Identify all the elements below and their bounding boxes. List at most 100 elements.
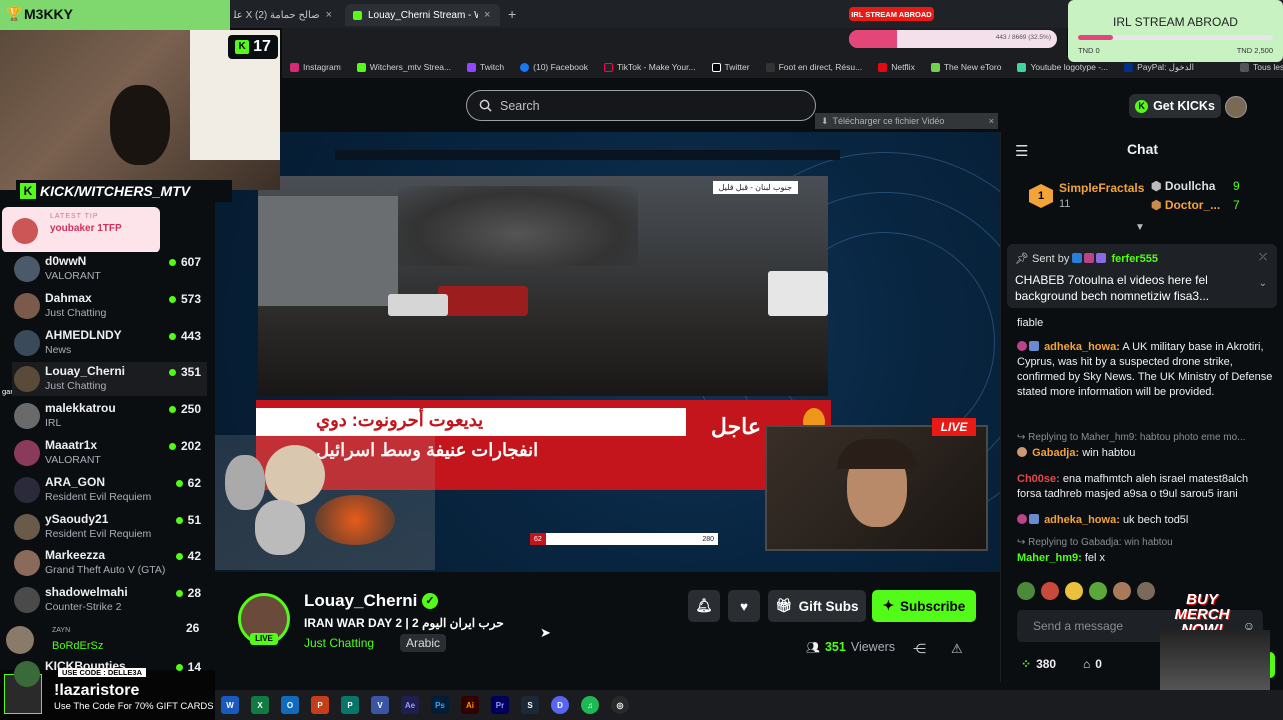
discord-icon[interactable]: D: [551, 696, 569, 714]
bookmark-all[interactable]: Tous les favoris: [1240, 62, 1283, 72]
notification-button[interactable]: 🔔︎: [688, 590, 720, 622]
avatar: [14, 513, 40, 540]
report-icon[interactable]: ⚠: [951, 641, 963, 657]
bookmark-foot[interactable]: Foot en direct, Résu...: [765, 62, 862, 72]
publisher-icon[interactable]: P: [341, 696, 359, 714]
channel-points[interactable]: ⁘ 380: [1021, 657, 1056, 671]
bookmark-youtube[interactable]: Youtube logotype -...: [1017, 62, 1108, 72]
streamer-name[interactable]: Louay_Cherni: [304, 591, 417, 611]
viewer-number: 573: [180, 291, 201, 306]
folder-icon: [1240, 62, 1250, 72]
tip-title: LATEST TIP: [50, 213, 99, 220]
live-dot-icon: [168, 406, 176, 414]
spotify-icon[interactable]: ♫: [581, 696, 599, 714]
emote-icon[interactable]: [1065, 582, 1083, 600]
steam-icon[interactable]: S: [521, 696, 539, 714]
explosion: [315, 495, 395, 545]
unpin-icon[interactable]: ⤫: [1259, 252, 1267, 263]
sidebar-channel[interactable]: ySaoudy21 Resident Evil Requiem 51: [12, 510, 207, 544]
chat-message: adheka_howa: A UK military base in Akrot…: [1017, 341, 1273, 398]
promo-subtitle: Use The Code For 70% GIFT CARDS: [54, 701, 214, 712]
download-video-bar[interactable]: ⬇ Télécharger ce fichier Vidéo ×: [815, 113, 998, 129]
sidebar-channel[interactable]: KICKBounties 14: [12, 657, 207, 691]
gift-subs-button[interactable]: 🎁︎ Gift Subs: [768, 590, 866, 622]
irl-progress-bar: 443 / 8669 (32.5%): [849, 30, 1057, 48]
channel-name: malekkatrou: [45, 401, 116, 416]
bookmark-paypal[interactable]: PayPal: الدخول: [1124, 62, 1194, 73]
top-gifter-name[interactable]: SimpleFractals: [1059, 181, 1144, 195]
gifts-counter[interactable]: ⌂ 0: [1083, 657, 1102, 671]
sidebar-channel[interactable]: Markeezza Grand Theft Auto V (GTA) 42: [12, 546, 207, 580]
outlook-icon[interactable]: O: [281, 696, 299, 714]
browser-tab-active[interactable]: Louay_Cherni Stream - Wat ×: [345, 4, 500, 26]
download-icon: ⬇: [821, 115, 829, 126]
bookmark-twitter[interactable]: Twitter: [711, 62, 750, 72]
kick-favicon-icon: [353, 10, 362, 20]
word-icon[interactable]: W: [221, 696, 239, 714]
emote-icon[interactable]: [1017, 582, 1035, 600]
sidebar-channel[interactable]: Dahmax Just Chatting 573: [12, 289, 207, 323]
bookmark-etoro[interactable]: The New eToro: [930, 62, 1001, 72]
close-icon[interactable]: ×: [989, 116, 994, 126]
subscribe-button[interactable]: ✦ Subscribe: [872, 590, 976, 622]
sidebar-channel[interactable]: ARA_GON Resident Evil Requiem 62: [12, 473, 207, 507]
get-kicks-button[interactable]: K Get KICKs: [1129, 94, 1221, 118]
chevron-down-icon[interactable]: ▼: [1135, 222, 1145, 233]
instagram-icon: [290, 62, 299, 72]
gifter-2[interactable]: ⬢ Doullcha: [1151, 179, 1215, 193]
share-icon[interactable]: ⋲: [913, 641, 926, 657]
bookmark-netflix[interactable]: Netflix: [878, 62, 915, 72]
user-avatar[interactable]: [1225, 96, 1247, 118]
visio-icon[interactable]: V: [371, 696, 389, 714]
bookmark-twitch[interactable]: Twitch: [467, 62, 504, 72]
photoshop-icon[interactable]: Ps: [431, 696, 449, 714]
sidebar-channel[interactable]: d0wwN VALORANT 607: [12, 252, 207, 286]
close-icon[interactable]: ×: [326, 9, 332, 21]
bookmark-facebook[interactable]: (10) Facebook: [520, 62, 588, 72]
follow-button[interactable]: ♥: [728, 590, 760, 622]
viewer-number: 51: [187, 512, 201, 527]
channel-name: Dahmax: [45, 290, 92, 305]
chevron-down-icon[interactable]: ⌄: [1259, 278, 1267, 289]
avatar: [14, 256, 40, 282]
shop-icon: ⌂: [1083, 657, 1091, 671]
bookmark-witchers[interactable]: Witchers_mtv Strea...: [356, 62, 451, 72]
channel-category: Grand Theft Auto V (GTA): [45, 564, 166, 577]
powerpoint-icon[interactable]: P: [311, 696, 329, 714]
viewer-number: 443: [180, 328, 201, 343]
bookmark-tiktok[interactable]: TikTok - Make Your...: [603, 62, 696, 72]
language-tag[interactable]: Arabic: [400, 634, 447, 652]
emote-icon[interactable]: [1113, 582, 1131, 600]
gifter-3[interactable]: ⬢ Doctor_...: [1151, 198, 1220, 212]
viewer-number: 202: [180, 439, 201, 453]
hair: [837, 439, 917, 469]
after-effects-icon[interactable]: Ae: [401, 696, 419, 714]
emote-icon[interactable]: [1041, 582, 1059, 600]
overlay-brand: M3KKY: [24, 6, 74, 22]
channel-name: Markeezza: [45, 548, 106, 563]
sidebar-channel[interactable]: Louay_Cherni Just Chatting 351: [12, 362, 207, 397]
sub-badge-icon: [1029, 341, 1039, 351]
sidebar-channel[interactable]: malekkatrou IRL 250: [12, 399, 207, 433]
news-video-frame: جنوب لبنان - قبل قليل: [258, 176, 828, 396]
vuetify-icon: [1017, 62, 1027, 72]
search-input[interactable]: Search: [466, 90, 816, 121]
emote-icon[interactable]: [1137, 582, 1155, 600]
new-tab-icon[interactable]: +: [508, 6, 516, 22]
vehicle: [768, 271, 828, 316]
illustrator-icon[interactable]: Ai: [461, 696, 479, 714]
viewer-number: 250: [180, 402, 201, 417]
bookmark-instagram[interactable]: Instagram: [290, 62, 341, 72]
avatar: [14, 366, 40, 393]
sidebar-channel[interactable]: AHMEDLNDY News 443: [12, 326, 207, 360]
close-icon[interactable]: ×: [484, 9, 490, 21]
sidebar-channel[interactable]: shadowelmahi Counter-Strike 2 28: [12, 583, 207, 617]
sidebar-channel[interactable]: Maaatr1x VALORANT 202: [12, 436, 207, 470]
excel-icon[interactable]: X: [251, 696, 269, 714]
premiere-icon[interactable]: Pr: [491, 696, 509, 714]
chrome-icon[interactable]: ◎: [611, 696, 629, 714]
emote-icon[interactable]: [1089, 582, 1107, 600]
verified-icon: ✓: [422, 593, 438, 609]
stream-category[interactable]: Just Chatting: [304, 636, 374, 650]
medal-icon: ⬢: [1151, 179, 1165, 193]
